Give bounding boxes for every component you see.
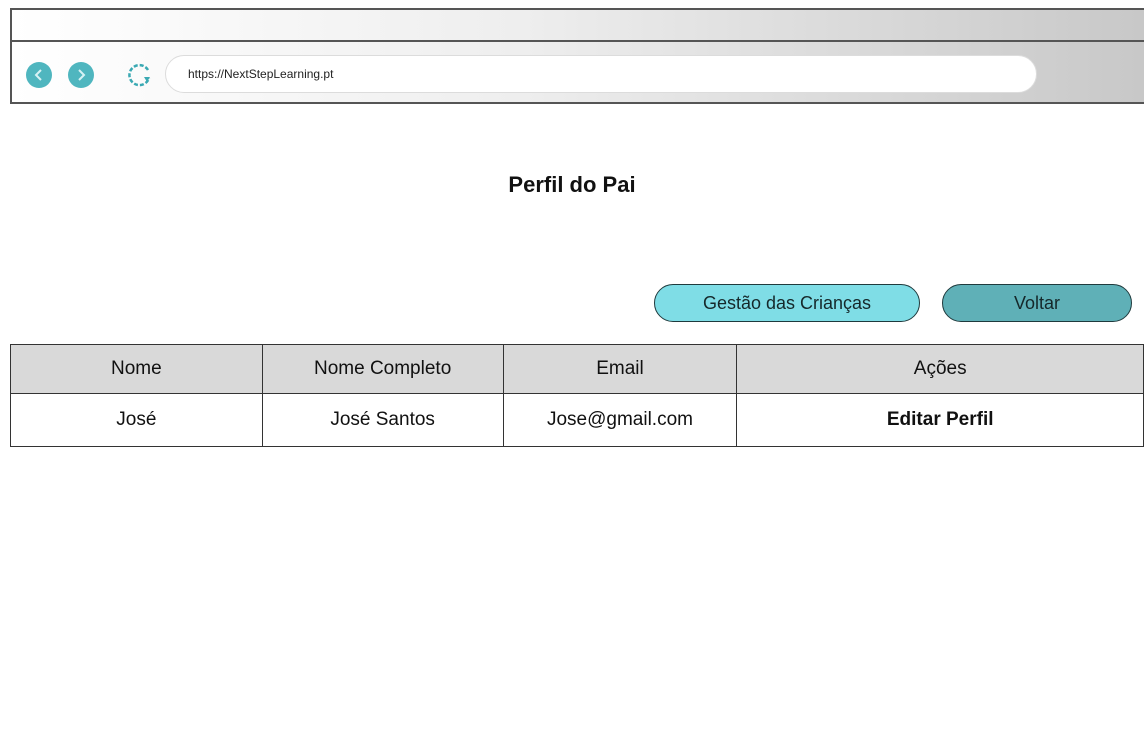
column-header-nome: Nome <box>10 344 263 394</box>
toolbar-divider <box>12 40 1144 42</box>
profile-table: Nome Nome Completo Email Ações José José… <box>10 344 1144 447</box>
url-text: https://NextStepLearning.pt <box>188 67 334 81</box>
table-header-row: Nome Nome Completo Email Ações <box>10 344 1144 394</box>
forward-icon[interactable] <box>68 62 94 88</box>
manage-children-button[interactable]: Gestão das Crianças <box>654 284 920 322</box>
column-header-email: Email <box>502 344 738 394</box>
browser-toolbar: https://NextStepLearning.pt <box>10 8 1144 104</box>
page-title: Perfil do Pai <box>508 172 636 197</box>
table-row: José José Santos Jose@gmail.com Editar P… <box>10 393 1144 447</box>
reload-icon[interactable] <box>126 61 154 89</box>
column-header-acoes: Ações <box>736 344 1144 394</box>
cell-email: Jose@gmail.com <box>502 393 738 447</box>
cell-nome-completo: José Santos <box>261 393 504 447</box>
column-header-nome-completo: Nome Completo <box>261 344 504 394</box>
back-button[interactable]: Voltar <box>942 284 1132 322</box>
edit-profile-link[interactable]: Editar Perfil <box>736 393 1144 447</box>
cell-nome: José <box>10 393 263 447</box>
address-bar[interactable]: https://NextStepLearning.pt <box>165 55 1037 93</box>
back-icon[interactable] <box>26 62 52 88</box>
